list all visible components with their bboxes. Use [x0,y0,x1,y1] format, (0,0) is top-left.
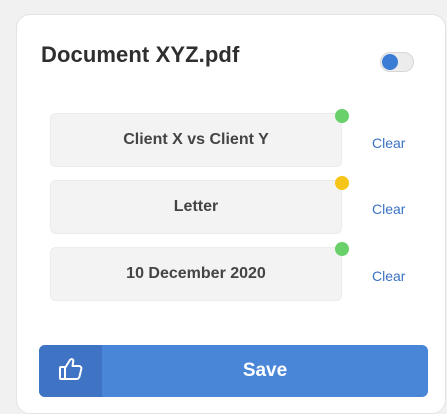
field-parties[interactable]: Client X vs Client Y [50,113,342,167]
document-title: Document XYZ.pdf [41,42,240,67]
save-button[interactable]: Save [39,345,428,397]
document-card: Document XYZ.pdf Client X vs Client Y Cl… [16,14,446,414]
save-icon-box [39,345,102,397]
field-document-type[interactable]: Letter [50,180,342,234]
document-toggle[interactable] [380,52,414,72]
status-dot-date [335,242,349,256]
clear-document-type-link[interactable]: Clear [372,201,405,217]
toggle-knob [382,54,398,70]
save-label: Save [242,360,288,381]
status-dot-parties [335,109,349,123]
field-date[interactable]: 10 December 2020 [50,247,342,301]
clear-parties-link[interactable]: Clear [372,135,405,151]
thumbs-up-icon [58,356,84,387]
clear-date-link[interactable]: Clear [372,268,405,284]
status-dot-document-type [335,176,349,190]
